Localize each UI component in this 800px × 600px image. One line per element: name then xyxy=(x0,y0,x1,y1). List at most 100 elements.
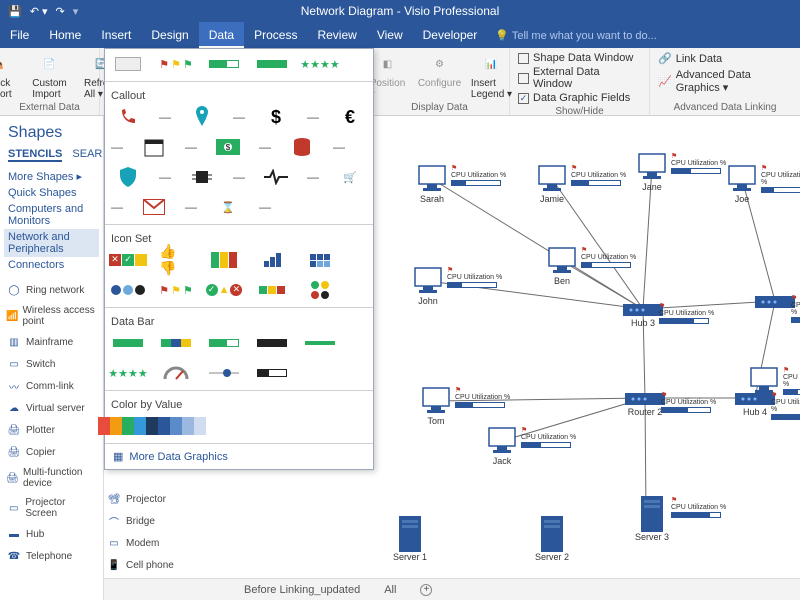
gallery-item[interactable]: ★★★★ xyxy=(303,53,337,75)
menu-design[interactable]: Design xyxy=(141,22,198,48)
stencil-shape[interactable]: ⌒Bridge xyxy=(104,510,224,532)
stencil-shape[interactable]: ◯Ring network xyxy=(4,279,99,301)
stencil-shape[interactable]: ☎Telephone xyxy=(4,545,99,567)
gallery-item-grid-blue[interactable] xyxy=(303,249,337,271)
node-srv[interactable]: Server 2 xyxy=(535,516,569,562)
gallery-item-dots4[interactable] xyxy=(303,279,337,301)
gallery-item-check-warn[interactable]: ✓▲✕ xyxy=(207,279,241,301)
tab-stencils[interactable]: STENCILS xyxy=(8,148,62,162)
gallery-item[interactable] xyxy=(255,53,289,75)
gallery-item-bar-outline[interactable] xyxy=(207,332,241,354)
add-sheet-button[interactable]: + xyxy=(420,584,432,596)
custom-import-button[interactable]: 📄Custom Import xyxy=(28,52,72,100)
node-pc[interactable]: Tom xyxy=(419,386,453,426)
link-data-button[interactable]: 🔗Link Data xyxy=(658,52,792,65)
drawing-canvas[interactable]: Sarah⚑CPU Utilization %Jamie⚑CPU Utiliza… xyxy=(375,116,800,578)
stencil-shape[interactable]: ☁Virtual server xyxy=(4,397,99,419)
sheet-tab-active[interactable]: Before Linking_updated xyxy=(244,584,360,596)
data-graphic-fields-checkbox[interactable]: Data Graphic Fields xyxy=(518,92,641,104)
node-srv[interactable]: Server 1 xyxy=(393,516,427,562)
gallery-item-circles-bw[interactable] xyxy=(111,279,145,301)
gallery-item-slider[interactable] xyxy=(207,362,241,384)
gallery-item-money[interactable]: $ xyxy=(211,136,245,158)
node-pc[interactable] xyxy=(747,366,781,396)
gallery-item-phone[interactable] xyxy=(111,106,145,128)
menu-process[interactable]: Process xyxy=(244,22,307,48)
gallery-item-bars-blue[interactable] xyxy=(255,249,289,271)
stencil-shape[interactable]: 🖨Copier xyxy=(4,441,99,463)
menu-file[interactable]: File xyxy=(0,22,39,48)
more-data-graphics[interactable]: ▦More Data Graphics xyxy=(105,444,373,469)
gallery-item-squares-color[interactable] xyxy=(255,279,289,301)
node-pc[interactable]: Jane xyxy=(635,152,669,192)
node-pc[interactable]: Joe xyxy=(725,164,759,204)
external-data-window-checkbox[interactable]: External Data Window xyxy=(518,66,641,90)
advanced-data-graphics-button[interactable]: 📈Advanced Data Graphics ▾ xyxy=(658,69,792,94)
stencil-group[interactable]: Computers and Monitors xyxy=(4,201,99,229)
gallery-item-shield[interactable] xyxy=(111,166,145,188)
gallery-item-bar-right[interactable] xyxy=(255,332,289,354)
shape-data-window-checkbox[interactable]: Shape Data Window xyxy=(518,52,641,64)
stencil-shape[interactable]: ▬Hub xyxy=(4,523,99,545)
gallery-item-dollar[interactable]: $ xyxy=(259,106,293,128)
gallery-item-thumbs[interactable]: 👍👎 xyxy=(159,249,193,271)
node-router[interactable] xyxy=(755,294,795,310)
sheet-tab-all[interactable]: All xyxy=(384,584,396,596)
stencil-shape[interactable]: 🖨Multi-function device xyxy=(4,463,99,493)
stencil-shape[interactable]: ▭Projector Screen xyxy=(4,493,99,523)
stencil-group[interactable]: Connectors xyxy=(4,257,99,273)
stencil-group[interactable]: Network and Peripherals xyxy=(4,229,99,257)
node-pc[interactable]: Sarah xyxy=(415,164,449,204)
menu-home[interactable]: Home xyxy=(39,22,91,48)
stencil-shape[interactable]: ▭Switch xyxy=(4,353,99,375)
gallery-item-flags[interactable]: ⚑⚑⚑ xyxy=(159,279,193,301)
gallery-item-bar-multi[interactable] xyxy=(159,332,193,354)
insert-legend-button[interactable]: 📊Insert Legend ▾ xyxy=(470,52,514,100)
gallery-item-hourglass[interactable]: ⌛ xyxy=(211,196,245,218)
gallery-item-euro[interactable]: € xyxy=(333,106,367,128)
gallery-item-bar-thin[interactable] xyxy=(303,332,337,354)
gallery-item-calendar[interactable] xyxy=(137,136,171,158)
tell-me-search[interactable]: 💡 Tell me what you want to do... xyxy=(495,29,656,42)
gallery-item-cart[interactable]: 🛒 xyxy=(333,166,367,188)
stencil-shape[interactable]: 📱Cell phone xyxy=(104,554,224,576)
menu-review[interactable]: Review xyxy=(307,22,366,48)
stencil-shape[interactable]: 〰Comm-link xyxy=(4,375,99,397)
gallery-item-mail[interactable] xyxy=(137,196,171,218)
node-pc[interactable]: Jack xyxy=(485,426,519,466)
gallery-item-map-pin[interactable] xyxy=(185,106,219,128)
stencil-group[interactable]: More Shapes ▸ xyxy=(4,168,99,185)
gallery-item-bar-solid[interactable] xyxy=(111,332,145,354)
gallery-item-rainbow[interactable] xyxy=(111,415,145,437)
node-srv[interactable]: Server 3 xyxy=(635,496,669,542)
gallery-item-pulse[interactable] xyxy=(259,166,293,188)
stencil-shape[interactable]: 📽Projector xyxy=(104,488,224,510)
gallery-item-gauge[interactable] xyxy=(159,362,193,384)
gallery-item-db[interactable] xyxy=(285,136,319,158)
gallery-item[interactable] xyxy=(111,53,145,75)
node-router[interactable]: Hub 3 xyxy=(623,302,663,328)
gallery-item-chip[interactable] xyxy=(185,166,219,188)
quick-import-button[interactable]: 📥Quick Import xyxy=(0,52,20,100)
menu-view[interactable]: View xyxy=(367,22,413,48)
menu-developer[interactable]: Developer xyxy=(413,22,488,48)
gallery-item-blues[interactable] xyxy=(159,415,193,437)
gallery-item-stars[interactable]: ★★★★ xyxy=(111,362,145,384)
data-graphics-gallery[interactable]: ⚑⚑⚑★★★★Callout——$—€——$—————🛒——⌛—Icon Set… xyxy=(104,48,374,470)
stencil-shape[interactable]: ▥Mainframe xyxy=(4,331,99,353)
node-router[interactable]: Router 2 xyxy=(625,391,665,417)
menu-insert[interactable]: Insert xyxy=(91,22,141,48)
stencil-group[interactable]: Quick Shapes xyxy=(4,185,99,201)
stencil-shape[interactable]: 📶Wireless access point xyxy=(4,301,99,331)
node-pc[interactable]: Ben xyxy=(545,246,579,286)
gallery-item-bar-left[interactable] xyxy=(255,362,289,384)
gallery-item[interactable]: ⚑⚑⚑ xyxy=(159,53,193,75)
menu-data[interactable]: Data xyxy=(199,22,244,48)
stencil-shape[interactable]: 🖨Plotter xyxy=(4,419,99,441)
gallery-item-x-check[interactable]: ✕✓ xyxy=(111,249,145,271)
gallery-item-traffic[interactable] xyxy=(207,249,241,271)
node-pc[interactable]: Jamie xyxy=(535,164,569,204)
gallery-item[interactable] xyxy=(207,53,241,75)
node-pc[interactable]: John xyxy=(411,266,445,306)
tab-search[interactable]: SEARCH xyxy=(72,148,104,162)
